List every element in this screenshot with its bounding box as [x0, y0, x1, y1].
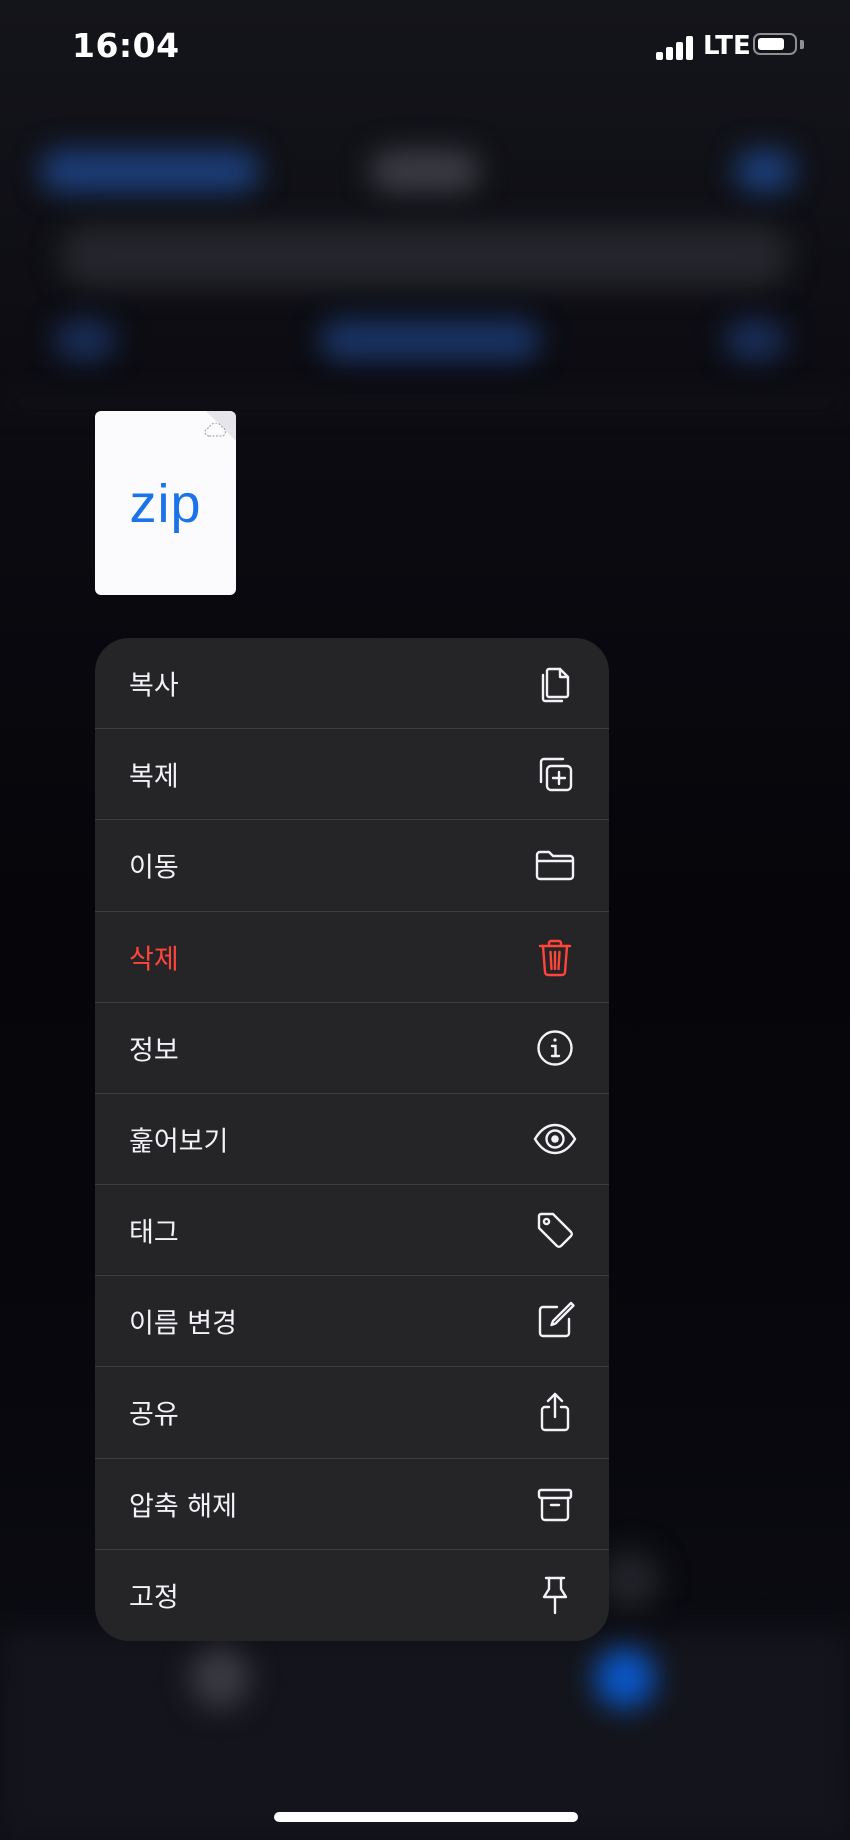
status-time: 16:04 [72, 26, 180, 65]
cloud-icon [204, 423, 226, 437]
menu-item-uncompress[interactable]: 압축 해제 [95, 1459, 609, 1550]
blurred-toolbar-left [55, 320, 115, 360]
duplicate-icon [533, 752, 577, 796]
menu-item-label: 복제 [129, 761, 179, 793]
menu-item-info[interactable]: 정보 [95, 1003, 609, 1094]
screen: 16:04 LTE zip 복사 복제 이동 삭제 정보 훑어보기 태그 이름 … [0, 0, 850, 1840]
menu-item-copy[interactable]: 복사 [95, 638, 609, 730]
menu-item-label: 정보 [129, 1035, 179, 1067]
blurred-tab-icon-recents [190, 1648, 250, 1708]
blurred-tab-bar [0, 1630, 850, 1840]
context-menu: 복사 복제 이동 삭제 정보 훑어보기 태그 이름 변경 공유 압축 해제 고정 [95, 638, 609, 1641]
cellular-signal-icon [656, 36, 696, 60]
network-type: LTE [703, 31, 751, 61]
info-icon [533, 1026, 577, 1070]
menu-item-label: 고정 [129, 1582, 179, 1614]
menu-item-rename[interactable]: 이름 변경 [95, 1276, 609, 1368]
blurred-action-button [735, 150, 795, 192]
copy-icon [533, 661, 577, 705]
menu-item-label: 공유 [129, 1399, 179, 1431]
blurred-back-button [40, 150, 260, 192]
menu-item-label: 훑어보기 [129, 1126, 229, 1158]
blurred-tab-icon-browse [595, 1648, 655, 1708]
blurred-search-bar [60, 225, 790, 287]
share-icon [533, 1390, 577, 1434]
home-indicator[interactable] [274, 1812, 578, 1822]
menu-item-delete[interactable]: 삭제 [95, 912, 609, 1003]
menu-item-label: 이름 변경 [129, 1308, 237, 1340]
blurred-divider [0, 400, 850, 404]
rename-icon [533, 1299, 577, 1343]
menu-item-label: 압축 해제 [129, 1491, 237, 1523]
tag-icon [533, 1208, 577, 1252]
menu-item-label: 이동 [129, 852, 179, 884]
pin-icon [533, 1573, 577, 1617]
menu-item-pin[interactable]: 고정 [95, 1550, 609, 1641]
menu-item-duplicate[interactable]: 복제 [95, 729, 609, 821]
menu-item-tags[interactable]: 태그 [95, 1185, 609, 1277]
archive-icon [533, 1482, 577, 1526]
status-bar: 16:04 LTE [0, 0, 850, 96]
blurred-title [370, 150, 480, 192]
blurred-item [600, 1550, 660, 1610]
file-extension-label: zip [129, 474, 202, 534]
file-preview[interactable]: zip [95, 411, 236, 595]
menu-item-move[interactable]: 이동 [95, 820, 609, 912]
menu-item-quick-look[interactable]: 훑어보기 [95, 1094, 609, 1186]
battery-level [758, 38, 784, 50]
trash-icon [533, 935, 577, 979]
menu-item-label: 태그 [129, 1217, 179, 1249]
blurred-toolbar-right [725, 320, 785, 360]
battery-icon [753, 33, 797, 55]
eye-icon [533, 1117, 577, 1161]
menu-item-label: 삭제 [129, 944, 179, 976]
menu-item-share[interactable]: 공유 [95, 1367, 609, 1459]
menu-item-label: 복사 [129, 670, 179, 702]
blurred-toolbar-center [320, 320, 540, 360]
battery-cap [800, 40, 804, 49]
folder-icon [533, 843, 577, 887]
